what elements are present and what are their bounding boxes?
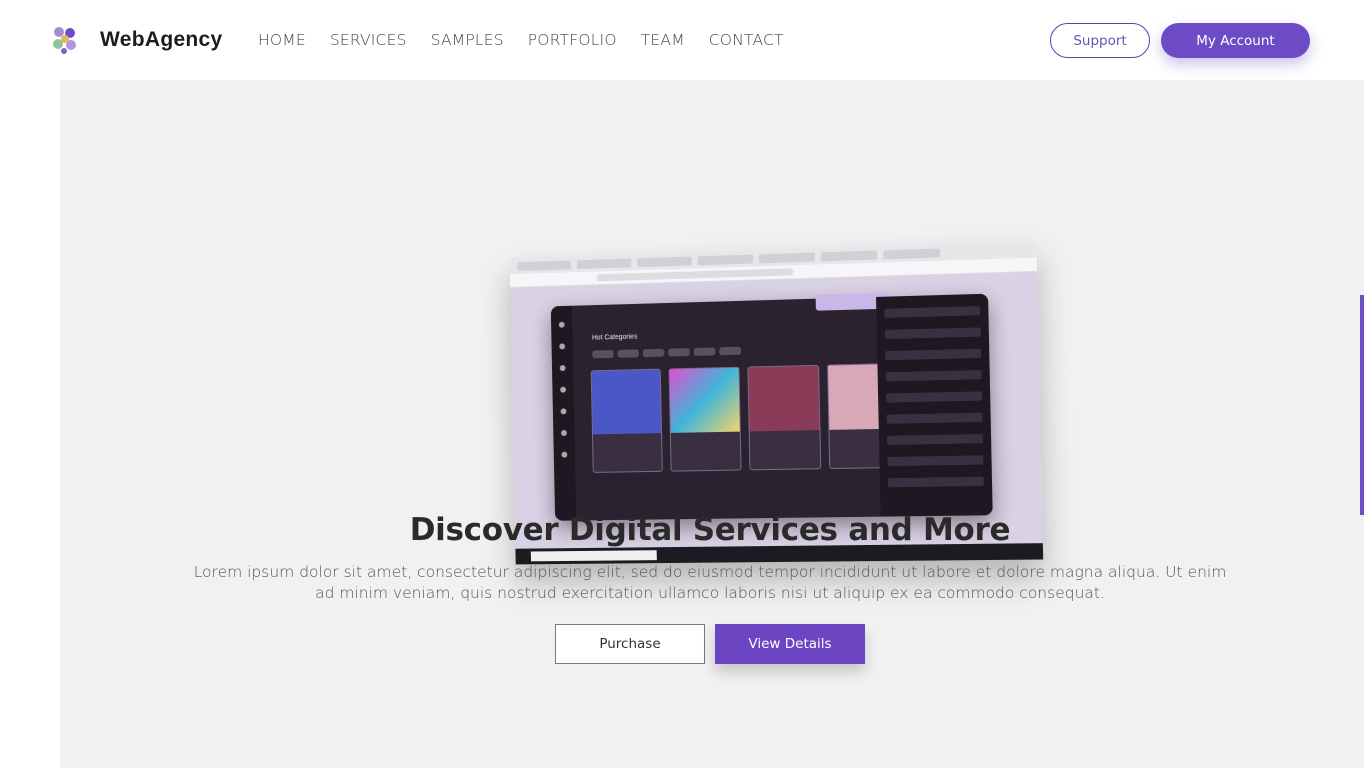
hero-section: Hot Categories Discover Digital Services…	[60, 80, 1364, 768]
brand-name[interactable]: WebAgency	[100, 28, 223, 52]
my-account-button[interactable]: My Account	[1161, 23, 1310, 58]
mockup-card	[590, 368, 663, 473]
menu-item-portfolio[interactable]: PORTFOLIO	[528, 31, 617, 49]
menu-item-contact[interactable]: CONTACT	[709, 31, 784, 49]
scroll-accent-bar	[1360, 295, 1364, 515]
support-button[interactable]: Support	[1050, 23, 1150, 58]
main-menu: HOME SERVICES SAMPLES PORTFOLIO TEAM CON…	[258, 31, 808, 49]
mockup-category-chips	[592, 346, 742, 359]
mockup-card	[668, 366, 742, 472]
menu-item-team[interactable]: TEAM	[641, 31, 685, 49]
mockup-cards	[590, 362, 902, 473]
hero-description: Lorem ipsum dolor sit amet, consectetur …	[193, 563, 1227, 602]
mockup-purchases-panel	[876, 293, 993, 517]
mockup-card	[747, 364, 822, 471]
purchase-button[interactable]: Purchase	[555, 624, 705, 664]
mockup-heading: Hot Categories	[591, 333, 638, 342]
hero-title: Discover Digital Services and More	[409, 512, 1011, 548]
view-details-button[interactable]: View Details	[715, 624, 865, 664]
menu-item-home[interactable]: HOME	[258, 31, 306, 49]
mockup-app-window: Hot Categories	[550, 292, 993, 521]
flower-logo-icon[interactable]	[50, 24, 80, 56]
menu-item-samples[interactable]: SAMPLES	[431, 31, 504, 49]
top-navbar: WebAgency HOME SERVICES SAMPLES PORTFOLI…	[0, 0, 1364, 80]
menu-item-services[interactable]: SERVICES	[330, 31, 407, 49]
mockup-sidebar	[550, 305, 577, 521]
